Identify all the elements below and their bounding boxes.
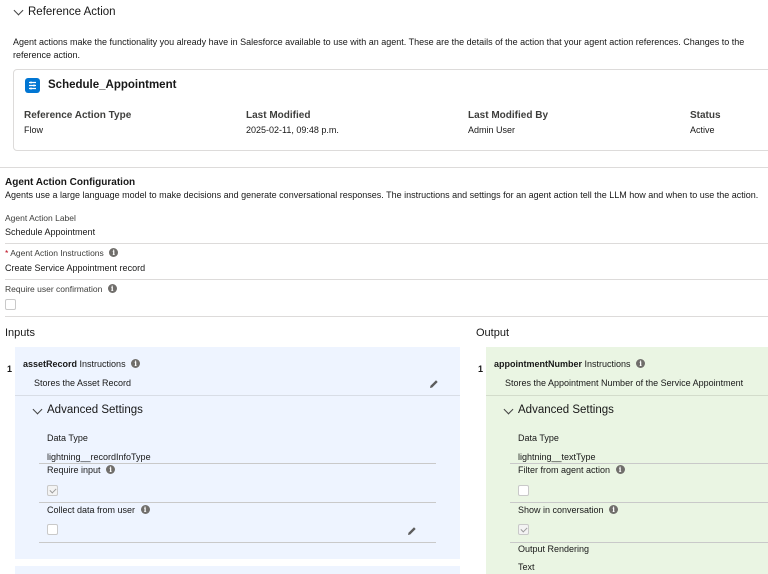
config-description: Agents use a large language model to mak… bbox=[5, 190, 759, 200]
field-value-status: Active bbox=[690, 125, 715, 135]
field-divider bbox=[510, 542, 768, 543]
info-icon[interactable]: i bbox=[107, 284, 117, 294]
chevron-down-icon bbox=[503, 404, 514, 415]
filter-caption: Filter from agent action i bbox=[518, 465, 625, 475]
show-in-conversation-caption: Show in conversation i bbox=[518, 505, 619, 515]
require-confirmation-caption: Require user confirmation i bbox=[5, 284, 117, 294]
input-panel: 1 assetRecord Instructions i Stores the … bbox=[7, 347, 460, 559]
field-label-status: Status bbox=[690, 110, 721, 121]
collect-data-caption: Collect data from user i bbox=[47, 505, 150, 515]
info-icon[interactable]: i bbox=[636, 359, 646, 369]
pencil-icon[interactable] bbox=[407, 526, 417, 536]
field-value-last-modified: 2025-02-11, 09:48 p.m. bbox=[246, 125, 339, 135]
field-divider bbox=[510, 463, 768, 464]
divider bbox=[0, 167, 768, 168]
data-type-value: lightning__recordInfoType bbox=[47, 452, 151, 462]
reference-action-card: Schedule_Appointment Reference Action Ty… bbox=[13, 69, 768, 151]
output-header: appointmentNumber Instructions i bbox=[494, 359, 646, 369]
output-instructions-label: Instructions bbox=[584, 359, 631, 369]
input-name: assetRecord bbox=[23, 359, 78, 369]
field-label-reference-type: Reference Action Type bbox=[24, 110, 132, 121]
require-confirmation-text: Require user confirmation bbox=[5, 284, 103, 294]
data-type-label: Data Type bbox=[47, 433, 88, 443]
input-description: Stores the Asset Record bbox=[34, 378, 132, 388]
panel-divider bbox=[486, 395, 768, 396]
agent-action-instructions-caption: * Agent Action Instructions i bbox=[5, 248, 119, 258]
field-divider bbox=[5, 243, 768, 244]
chevron-down-icon bbox=[13, 5, 24, 16]
agent-action-instructions-field[interactable]: Create Service Appointment record bbox=[5, 263, 145, 273]
chevron-down-icon bbox=[32, 404, 43, 415]
field-value-reference-type: Flow bbox=[24, 125, 44, 135]
filter-label: Filter from agent action bbox=[518, 465, 611, 475]
inputs-title: Inputs bbox=[5, 327, 35, 339]
field-value-last-modified-by: Admin User bbox=[468, 125, 516, 135]
advanced-settings-title: Advanced Settings bbox=[518, 404, 614, 416]
require-input-label: Require input bbox=[47, 465, 101, 475]
info-icon[interactable]: i bbox=[131, 359, 141, 369]
show-in-conversation-label: Show in conversation bbox=[518, 505, 604, 515]
pencil-icon[interactable] bbox=[429, 379, 439, 389]
collect-data-label: Collect data from user bbox=[47, 505, 136, 515]
output-rendering-value[interactable]: Text bbox=[518, 562, 535, 572]
data-type-label: Data Type bbox=[518, 433, 559, 443]
field-divider bbox=[39, 502, 436, 503]
info-icon[interactable]: i bbox=[140, 505, 150, 515]
panel-divider bbox=[15, 395, 460, 396]
show-in-conversation-checkbox[interactable] bbox=[518, 524, 529, 535]
info-icon[interactable]: i bbox=[109, 248, 119, 258]
require-input-caption: Require input i bbox=[47, 465, 116, 475]
field-label-last-modified: Last Modified bbox=[246, 110, 311, 121]
output-index: 1 bbox=[478, 364, 484, 374]
info-icon[interactable]: i bbox=[609, 505, 619, 515]
output-title: Output bbox=[476, 327, 510, 339]
info-icon[interactable]: i bbox=[106, 465, 116, 475]
input-index: 1 bbox=[7, 364, 13, 374]
agent-action-label-field[interactable]: Schedule Appointment bbox=[5, 227, 95, 237]
flow-icon bbox=[25, 78, 40, 93]
output-name: appointmentNumber bbox=[494, 359, 583, 369]
input-header: assetRecord Instructions i bbox=[23, 359, 141, 369]
field-divider bbox=[39, 542, 436, 543]
field-label-last-modified-by: Last Modified By bbox=[468, 110, 549, 121]
output-description: Stores the Appointment Number of the Ser… bbox=[505, 378, 744, 388]
field-divider bbox=[510, 502, 768, 503]
output-rendering-label: Output Rendering bbox=[518, 544, 590, 554]
agent-action-label-caption: Agent Action Label bbox=[5, 213, 76, 223]
data-type-value: lightning__textType bbox=[518, 452, 596, 462]
reference-section-title: Reference Action bbox=[28, 6, 116, 18]
field-divider bbox=[5, 279, 768, 280]
field-divider bbox=[5, 316, 768, 317]
field-divider bbox=[39, 463, 436, 464]
instructions-caption-text: Agent Action Instructions bbox=[10, 248, 104, 258]
filter-checkbox[interactable] bbox=[518, 485, 529, 496]
collect-data-checkbox[interactable] bbox=[47, 524, 58, 535]
reference-action-name: Schedule_Appointment bbox=[48, 79, 177, 91]
config-title: Agent Action Configuration bbox=[5, 177, 136, 188]
advanced-settings-title: Advanced Settings bbox=[47, 404, 143, 416]
required-mark: * bbox=[5, 248, 9, 258]
input-panel-next bbox=[15, 566, 460, 574]
reference-description: Agent actions make the functionality you… bbox=[13, 37, 745, 60]
output-panel: 1 appointmentNumber Instructions i Store… bbox=[478, 347, 768, 574]
require-confirmation-checkbox[interactable] bbox=[5, 299, 16, 310]
info-icon[interactable]: i bbox=[615, 465, 625, 475]
require-input-checkbox[interactable] bbox=[47, 485, 58, 496]
input-instructions-label: Instructions bbox=[79, 359, 126, 369]
